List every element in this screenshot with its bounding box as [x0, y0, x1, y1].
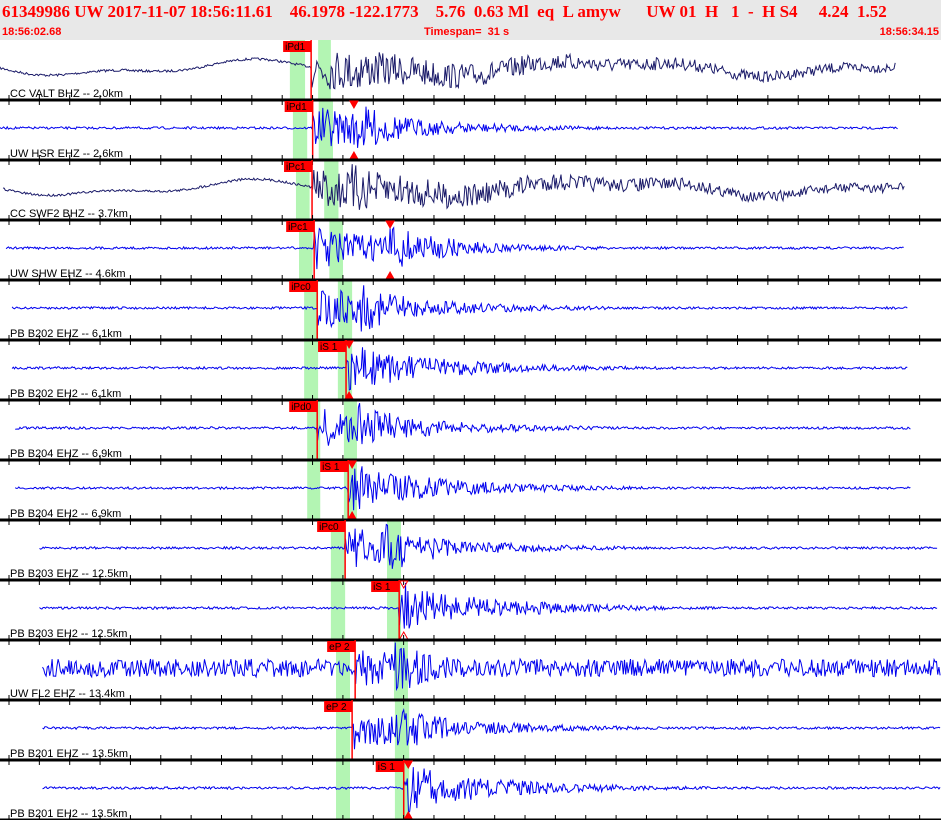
station-label: PB B203 EH2 -- 12.5km: [10, 628, 127, 640]
event-header: 61349986 UW 2017-11-07 18:56:11.61 46.19…: [0, 0, 941, 40]
pick-label: iPc0: [291, 282, 311, 293]
phase-window: [307, 460, 321, 520]
pick-label: iPc1: [286, 162, 306, 173]
phase-window: [336, 760, 350, 820]
phase-window: [318, 100, 333, 160]
trace-5[interactable]: PB B202 EHZ -- 6.1km iPc0: [10, 280, 908, 340]
waveform: [42, 707, 941, 750]
pick-label: iPd0: [291, 402, 311, 413]
station-label: PB B202 EH2 -- 6.1km: [10, 388, 121, 400]
pick-label: iPc0: [319, 522, 339, 533]
trace-3[interactable]: CC SWF2 BHZ -- 3.7km iPc1: [2, 160, 905, 220]
waveform: [5, 226, 904, 270]
trace-13[interactable]: PB B201 EH2 -- 13.5km iS 1: [10, 760, 941, 820]
station-label: UW FL2 EHZ -- 13.4km: [10, 688, 125, 700]
seismogram-panel[interactable]: CC VALT BHZ -- 2.0kmiPd1UW HSR EHZ -- 2.…: [0, 40, 941, 820]
station-label: PB B201 EH2 -- 13.5km: [10, 808, 127, 820]
trace-6[interactable]: PB B202 EH2 -- 6.1km iS 1: [10, 340, 908, 400]
event-summary: 61349986 UW 2017-11-07 18:56:11.61 46.19…: [2, 2, 887, 21]
s-marker-bottom-icon[interactable]: [385, 270, 395, 280]
phase-window: [304, 340, 319, 400]
station-label: UW SHW EHZ -- 4.6km: [10, 268, 126, 280]
pick-label: iS 1: [322, 462, 340, 473]
s-marker-top-icon[interactable]: [349, 100, 359, 110]
trace-8[interactable]: PB B204 EH2 -- 6.9km iS 1: [10, 460, 911, 520]
phase-window: [330, 580, 346, 640]
station-label: UW HSR EHZ -- 2.6km: [10, 148, 123, 160]
pick-label: iPc1: [288, 222, 308, 233]
waveform: [2, 164, 905, 210]
station-label: PB B204 EHZ -- 6.9km: [10, 448, 122, 460]
waveform: [39, 523, 938, 569]
trace-10[interactable]: PB B203 EH2 -- 12.5km iS 1: [10, 580, 938, 640]
waveform: [11, 285, 908, 332]
waveform: [0, 52, 896, 90]
start-time: 18:56:02.68: [2, 26, 62, 38]
trace-9[interactable]: PB B203 EHZ -- 12.5km iPc0: [10, 520, 938, 580]
trace-4[interactable]: UW SHW EHZ -- 4.6km iPc1: [5, 220, 904, 280]
waveform: [42, 642, 941, 692]
waveform: [0, 106, 898, 148]
pick-label: iS 1: [373, 582, 391, 593]
pick-label: eP 2: [329, 642, 350, 653]
station-label: PB B203 EHZ -- 12.5km: [10, 568, 128, 580]
trace-12[interactable]: PB B201 EHZ -- 13.5km eP 2: [10, 700, 941, 760]
timespan: Timespan= 31 s: [424, 26, 510, 38]
pick-label: iS 1: [378, 762, 396, 773]
end-time: 18:56:34.15: [879, 26, 939, 38]
pick-label: iPd1: [285, 42, 305, 53]
station-label: PB B201 EHZ -- 13.5km: [10, 748, 128, 760]
station-label: PB B202 EHZ -- 6.1km: [10, 328, 122, 340]
station-label: CC VALT BHZ -- 2.0km: [10, 88, 123, 100]
phase-window: [329, 220, 344, 280]
trace-11[interactable]: UW FL2 EHZ -- 13.4km eP 2: [10, 640, 941, 700]
waveform: [14, 466, 911, 511]
station-label: CC SWF2 BHZ -- 3.7km: [10, 208, 128, 220]
waveform: [15, 402, 911, 446]
station-label: PB B204 EH2 -- 6.9km: [10, 508, 121, 520]
waveform: [42, 767, 941, 814]
trace-1[interactable]: CC VALT BHZ -- 2.0km iPd1: [0, 40, 896, 100]
s-marker-top-icon[interactable]: [385, 220, 395, 230]
waveform: [11, 347, 908, 391]
phase-window: [318, 40, 331, 100]
pick-label: iS 1: [320, 342, 338, 353]
trace-7[interactable]: PB B204 EHZ -- 6.9km iPd0: [10, 400, 911, 460]
trace-2[interactable]: UW HSR EHZ -- 2.6km iPd1: [0, 100, 898, 160]
waveform: [39, 582, 938, 629]
pick-label: iPd1: [287, 102, 307, 113]
pick-label: eP 2: [326, 702, 347, 713]
s-marker-bottom-icon[interactable]: [349, 150, 359, 160]
